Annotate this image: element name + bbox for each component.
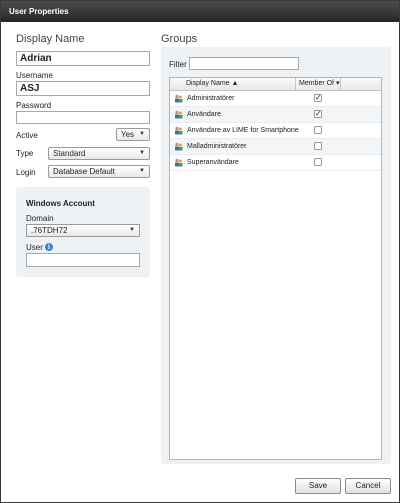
user-properties-dialog: User Properties Display Name Adrian User… xyxy=(0,0,400,503)
group-icon xyxy=(175,126,183,135)
group-name: Malladministratörer xyxy=(187,143,247,150)
group-name: Administratörer xyxy=(187,95,235,102)
table-row[interactable]: Superanvändare xyxy=(170,155,381,171)
member-checkbox[interactable] xyxy=(314,142,322,150)
window-title: User Properties xyxy=(1,1,399,22)
column-display-name[interactable]: Display Name ▲ xyxy=(186,78,238,90)
table-row[interactable]: Användare ✓ xyxy=(170,107,381,123)
group-name: Superanvändare xyxy=(187,159,239,166)
type-value: Standard xyxy=(53,149,86,158)
chevron-down-icon: ▼ xyxy=(139,150,145,156)
member-checkbox[interactable]: ✓ xyxy=(314,110,322,118)
groups-title: Groups xyxy=(161,33,198,45)
domain-label: Domain xyxy=(26,214,54,223)
member-checkbox[interactable] xyxy=(314,158,322,166)
windows-account-title: Windows Account xyxy=(26,199,95,208)
login-select[interactable]: Database Default ▼ xyxy=(48,165,150,178)
domain-value: .76TDH72 xyxy=(31,226,68,235)
login-value: Database Default xyxy=(53,167,115,176)
table-row[interactable]: Malladministratörer xyxy=(170,139,381,155)
save-button[interactable]: Save xyxy=(295,478,341,494)
group-name: Användare xyxy=(187,111,221,118)
windows-account-panel: Windows Account Domain .76TDH72 ▼ User i xyxy=(16,187,150,277)
filter-label: Filter xyxy=(169,60,187,69)
table-row[interactable]: Användare av LIME for Smartphone xyxy=(170,123,381,139)
password-field[interactable] xyxy=(16,111,150,124)
group-icon xyxy=(175,94,183,103)
table-header: Display Name ▲ Member Of ▾ xyxy=(170,78,381,91)
active-label: Active xyxy=(16,131,38,140)
member-checkbox[interactable]: ✓ xyxy=(314,94,322,102)
chevron-down-icon: ▼ xyxy=(129,227,135,233)
user-label: User xyxy=(26,243,43,252)
group-icon xyxy=(175,110,183,119)
username-field[interactable]: ASJ xyxy=(16,81,150,96)
table-row[interactable]: Administratörer ✓ xyxy=(170,91,381,107)
info-icon[interactable]: i xyxy=(45,243,53,251)
active-select[interactable]: Yes ▼ xyxy=(116,128,150,141)
group-name: Användare av LIME for Smartphone xyxy=(187,127,299,134)
group-icon xyxy=(175,142,183,151)
password-label: Password xyxy=(16,101,52,110)
filter-input[interactable] xyxy=(189,57,299,70)
group-icon xyxy=(175,158,183,167)
cancel-button[interactable]: Cancel xyxy=(345,478,391,494)
display-name-field[interactable]: Adrian xyxy=(16,51,150,66)
domain-select[interactable]: .76TDH72 ▼ xyxy=(26,224,140,237)
login-label: Login xyxy=(16,168,36,177)
chevron-down-icon: ▼ xyxy=(139,131,145,137)
member-checkbox[interactable] xyxy=(314,126,322,134)
display-name-title: Display Name xyxy=(16,33,85,45)
user-field[interactable] xyxy=(26,253,140,267)
chevron-down-icon: ▼ xyxy=(139,168,145,174)
type-select[interactable]: Standard ▼ xyxy=(48,147,150,160)
type-label: Type xyxy=(16,149,34,158)
column-member-of[interactable]: Member Of ▾ xyxy=(299,78,339,90)
groups-table: Display Name ▲ Member Of ▾ Administratör… xyxy=(169,77,382,460)
username-label: Username xyxy=(16,71,53,80)
active-value: Yes xyxy=(121,130,135,139)
